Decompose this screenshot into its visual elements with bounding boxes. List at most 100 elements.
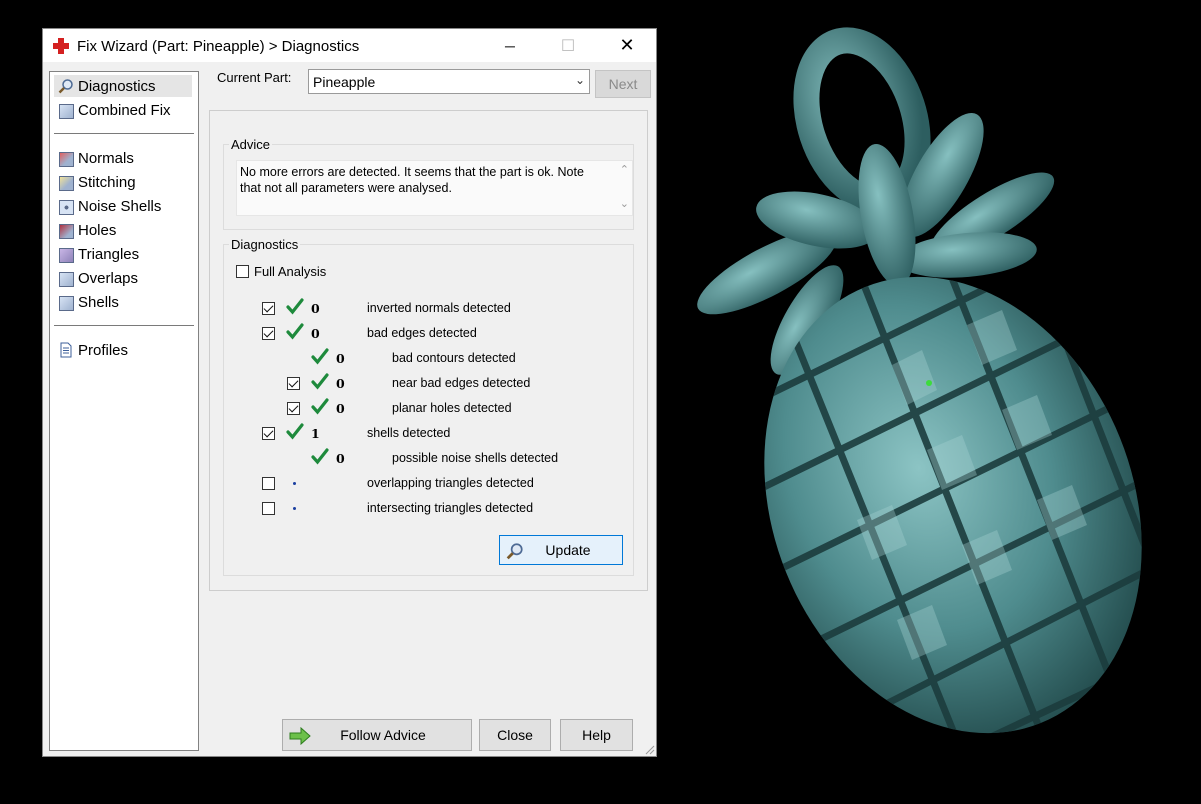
minimize-icon: ─ <box>505 37 515 54</box>
advice-title: Advice <box>229 137 273 152</box>
row-text: inverted normals detected <box>367 301 511 315</box>
diagnostics-title: Diagnostics <box>229 237 301 252</box>
follow-advice-label: Follow Advice <box>340 727 426 743</box>
next-button[interactable]: Next <box>595 70 651 98</box>
overlaps-cube-icon <box>58 270 74 287</box>
pending-dot-icon <box>293 507 296 510</box>
stitching-cube-icon <box>58 174 74 191</box>
scroll-down-icon[interactable]: ⌄ <box>620 197 629 210</box>
green-check-icon <box>286 323 304 340</box>
sidebar-divider <box>54 325 194 326</box>
row-text: shells detected <box>367 426 451 440</box>
advice-textbox[interactable]: No more errors are detected. It seems th… <box>236 160 633 216</box>
holes-cube-icon <box>58 222 74 239</box>
selection-point-icon <box>926 380 932 386</box>
sidebar-item-label: Combined Fix <box>78 101 171 119</box>
chevron-down-icon: ⌄ <box>574 73 585 87</box>
green-check-icon <box>311 348 329 365</box>
row-text: bad contours detected <box>392 351 516 365</box>
close-icon: ✕ <box>619 35 635 55</box>
advice-group: Advice No more errors are detected. It s… <box>223 137 634 230</box>
row-count: 0 <box>336 351 345 366</box>
row-checkbox[interactable] <box>262 502 275 515</box>
current-part-value: Pineapple <box>313 74 376 90</box>
sidebar-item-label: Triangles <box>78 245 140 263</box>
sidebar-item-holes[interactable]: Holes <box>54 219 192 241</box>
shells-cube-icon <box>58 294 74 311</box>
close-window-button[interactable]: ✕ <box>604 29 650 62</box>
sidebar-item-noise-shells[interactable]: Noise Shells <box>54 195 192 217</box>
sidebar-item-label: Holes <box>78 221 117 239</box>
sidebar-item-triangles[interactable]: Triangles <box>54 243 192 265</box>
sidebar-item-label: Normals <box>78 149 134 167</box>
sidebar-item-label: Stitching <box>78 173 136 191</box>
full-analysis-checkbox[interactable] <box>236 265 249 278</box>
current-part-label: Current Part: <box>217 70 292 85</box>
sidebar-item-profiles[interactable]: Profiles <box>54 339 192 361</box>
row-count: 0 <box>311 301 320 316</box>
green-check-icon <box>286 423 304 440</box>
sidebar: Diagnostics Combined Fix Normals Stitchi… <box>49 71 199 751</box>
full-analysis-label: Full Analysis <box>254 264 327 279</box>
row-count: 0 <box>336 401 345 416</box>
help-button-label: Help <box>582 727 611 743</box>
row-checkbox[interactable] <box>262 327 275 340</box>
pineapple-model <box>697 27 1201 791</box>
row-checkbox[interactable] <box>262 427 275 440</box>
sidebar-item-label: Diagnostics <box>78 77 156 95</box>
row-count: 0 <box>336 451 345 466</box>
row-checkbox[interactable] <box>287 377 300 390</box>
maximize-button[interactable]: ☐ <box>545 29 591 62</box>
diagnostics-group: Diagnostics Full Analysis 0 inverted nor… <box>223 237 634 576</box>
row-text: overlapping triangles detected <box>367 476 534 490</box>
update-button-label: Update <box>545 542 591 558</box>
row-text: near bad edges detected <box>392 376 531 390</box>
row-count: 0 <box>311 326 320 341</box>
row-count: 0 <box>336 376 345 391</box>
row-checkbox[interactable] <box>287 402 300 415</box>
next-button-label: Next <box>608 76 638 92</box>
minimize-button[interactable]: ─ <box>487 29 533 62</box>
document-icon <box>60 342 72 358</box>
magnifier-icon <box>506 543 523 560</box>
green-arrow-icon <box>289 727 311 745</box>
update-button[interactable]: Update <box>499 535 623 565</box>
sidebar-item-label: Overlaps <box>78 269 139 287</box>
close-button-label: Close <box>497 727 533 743</box>
normals-cube-icon <box>58 150 74 167</box>
cube-icon <box>58 102 74 119</box>
sidebar-item-label: Noise Shells <box>78 197 162 215</box>
triangles-cube-icon <box>58 246 74 263</box>
maximize-icon: ☐ <box>560 37 576 55</box>
green-check-icon <box>311 448 329 465</box>
sidebar-item-overlaps[interactable]: Overlaps <box>54 267 192 289</box>
sidebar-item-normals[interactable]: Normals <box>54 147 192 169</box>
red-cross-icon <box>53 38 69 54</box>
current-part-select[interactable]: Pineapple ⌄ <box>308 69 590 94</box>
pending-dot-icon <box>293 482 296 485</box>
sidebar-item-diagnostics[interactable]: Diagnostics <box>54 75 192 97</box>
row-text: intersecting triangles detected <box>367 501 534 515</box>
3d-viewport[interactable] <box>657 0 1201 801</box>
row-checkbox[interactable] <box>262 477 275 490</box>
green-check-icon <box>286 298 304 315</box>
help-button[interactable]: Help <box>560 719 633 751</box>
row-count: 1 <box>311 426 320 441</box>
sidebar-item-label: Shells <box>78 293 119 311</box>
row-text: possible noise shells detected <box>392 451 559 465</box>
close-button[interactable]: Close <box>479 719 551 751</box>
magnifier-icon <box>58 79 73 94</box>
window-title: Fix Wizard (Part: Pineapple) > Diagnosti… <box>77 38 360 55</box>
row-text: planar holes detected <box>392 401 512 415</box>
follow-advice-button[interactable]: Follow Advice <box>282 719 472 751</box>
title-bar[interactable]: Fix Wizard (Part: Pineapple) > Diagnosti… <box>43 29 656 62</box>
sidebar-item-shells[interactable]: Shells <box>54 291 192 313</box>
sidebar-item-combined-fix[interactable]: Combined Fix <box>54 99 192 121</box>
row-checkbox[interactable] <box>262 302 275 315</box>
sidebar-item-stitching[interactable]: Stitching <box>54 171 192 193</box>
resize-grip-icon[interactable] <box>643 743 655 755</box>
scroll-up-icon[interactable]: ⌃ <box>620 163 629 176</box>
sidebar-divider <box>54 133 194 134</box>
advice-text: No more errors are detected. It seems th… <box>240 165 584 195</box>
fix-wizard-dialog: Fix Wizard (Part: Pineapple) > Diagnosti… <box>42 28 657 757</box>
